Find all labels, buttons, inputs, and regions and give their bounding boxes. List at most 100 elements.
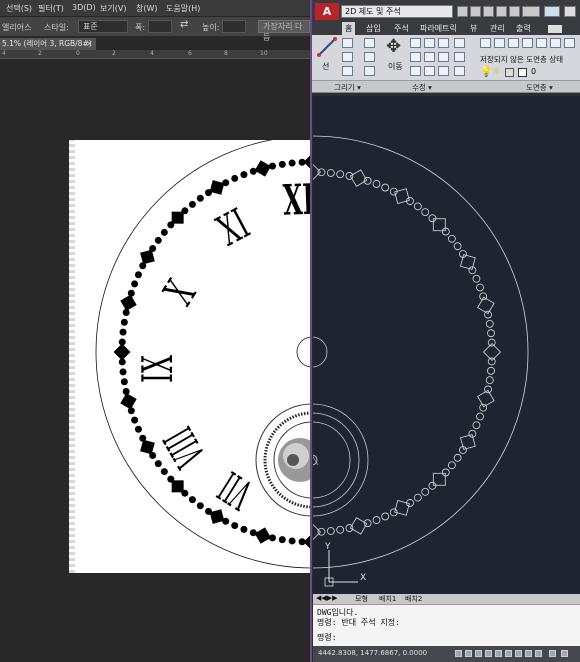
refine-edge-button[interactable]: 가장자리 다듬 [258,20,310,42]
tab-annotate[interactable]: 주석 [394,23,409,34]
grid-icon[interactable] [465,650,472,657]
height-input[interactable] [222,20,246,33]
copy-icon[interactable] [410,52,421,62]
ellipse-icon[interactable] [364,66,375,76]
move-tool-label[interactable]: 이동 [388,61,403,72]
mirror-icon[interactable] [424,52,435,62]
tab-insert[interactable]: 삽입 [366,23,381,34]
stretch-icon[interactable] [410,66,421,76]
dyn-icon[interactable] [525,650,532,657]
undo-icon[interactable] [522,6,540,17]
layer-lock-icon[interactable] [522,38,533,48]
current-layer-value[interactable]: 0 [531,67,536,76]
tab-home[interactable]: 홈 [342,22,356,35]
menu-help[interactable]: 도움말(H) [166,3,200,14]
width-input[interactable] [148,20,172,33]
width-label: 폭: [135,23,146,32]
swap-icon[interactable]: ⇄ [180,19,188,30]
autocad-logo[interactable]: A [315,3,339,20]
panel-draw[interactable]: 그리기 ▾ [334,82,361,93]
hatch-icon[interactable] [364,52,375,62]
fillet-icon[interactable] [438,52,449,62]
sun-icon[interactable]: ☼ [492,66,501,77]
menu-filter[interactable]: 필터(T) [38,3,64,14]
line-tool-label[interactable]: 선 [322,61,329,72]
hour-diamond [113,343,131,361]
otrack-icon[interactable] [505,650,512,657]
layout-space-icon[interactable] [561,650,568,657]
status-bar: 4442.8308, 1477.6867, 0.0000 [313,646,580,662]
close-icon[interactable]: × [86,38,93,50]
ducs-icon[interactable] [515,650,522,657]
layer-isolate-icon[interactable] [550,38,561,48]
save-as-icon[interactable] [496,6,507,17]
lock-icon[interactable] [505,68,514,77]
array-icon[interactable] [438,66,449,76]
ucs-x-label: X [360,573,366,583]
hour-diamond [254,160,272,177]
cad-sub-dial-outer [313,403,369,517]
menu-window[interactable]: 창(W) [136,3,158,14]
tab-layout2[interactable]: 배치2 [405,594,422,604]
tab-parametric[interactable]: 파라메트릭 [420,23,457,34]
polar-icon[interactable] [485,650,492,657]
offset-icon[interactable] [454,52,465,62]
layer-freeze-icon[interactable] [508,38,519,48]
command-window[interactable]: DWG입니다. 명령: 반대 주석 지정: 명령: [313,604,580,646]
layer-match-icon[interactable] [536,38,547,48]
save-icon[interactable] [483,6,494,17]
print-icon[interactable] [509,6,520,17]
minute-dot [131,416,139,424]
ruler-label: 0 [76,50,80,57]
layer-walk-icon[interactable] [564,38,575,48]
workspace-select[interactable]: 2D 제도 및 주석 [341,5,453,18]
tab-view[interactable]: 뷰 [470,23,477,34]
layer-on-icon[interactable] [494,38,505,48]
tab-overflow-icon[interactable] [548,25,562,33]
open-file-icon[interactable] [470,6,481,17]
rectangle-icon[interactable] [364,38,375,48]
lineweight-icon[interactable] [535,650,542,657]
clock-face-vector: Y X [313,135,529,587]
tab-output[interactable]: 출력 [516,23,531,34]
minute-dot [134,425,142,433]
ortho-icon[interactable] [475,650,482,657]
rotate-icon[interactable] [410,38,421,48]
layout-tabs: ◀◀▶▶ 모형 배치1 배치2 [313,594,580,604]
trim-icon[interactable] [424,38,435,48]
new-file-icon[interactable] [457,6,468,17]
cad-hour-diamond [349,517,368,535]
style-select[interactable]: 표준 [78,20,128,33]
command-prompt[interactable]: 명령: [317,632,337,643]
minimize-icon[interactable] [564,6,576,17]
panel-layers[interactable]: 도면층 ▾ [526,82,553,93]
panel-modify[interactable]: 수정 ▾ [412,82,432,93]
erase-icon[interactable] [438,38,449,48]
polyline-icon[interactable] [342,38,353,48]
menu-3d[interactable]: 3D(D) [72,3,96,12]
layer-color-swatch[interactable] [518,68,527,77]
menu-view[interactable]: 보기(V) [100,3,126,14]
line-tool-icon[interactable] [317,37,337,57]
nav-arrows-icon[interactable]: ◀◀▶▶ [316,594,338,602]
numeral-ix: IX [134,355,183,383]
tab-layout1[interactable]: 배치1 [379,594,396,604]
osnap-icon[interactable] [495,650,502,657]
join-icon[interactable] [454,66,465,76]
move-icon[interactable]: ✥ [386,36,401,57]
tab-model[interactable]: 모형 [355,594,368,604]
layer-state-select[interactable]: 저장되지 않은 도면층 상태 [480,54,563,65]
menu-select[interactable]: 선택(S) [6,3,32,14]
circle-icon[interactable] [342,52,353,62]
tab-manage[interactable]: 관리 [490,23,505,34]
layer-properties-icon[interactable] [480,38,491,48]
light-bulb-icon[interactable]: 💡 [480,67,492,78]
arc-icon[interactable] [342,66,353,76]
snap-icon[interactable] [455,650,462,657]
scale-icon[interactable] [424,66,435,76]
model-space-icon[interactable] [549,650,556,657]
document-tab[interactable]: 5.1% (레이어 3, RGB/8#) [0,38,96,50]
explode-icon[interactable] [454,38,465,48]
cad-outer-ring [313,135,529,569]
redo-icon[interactable] [544,6,560,17]
